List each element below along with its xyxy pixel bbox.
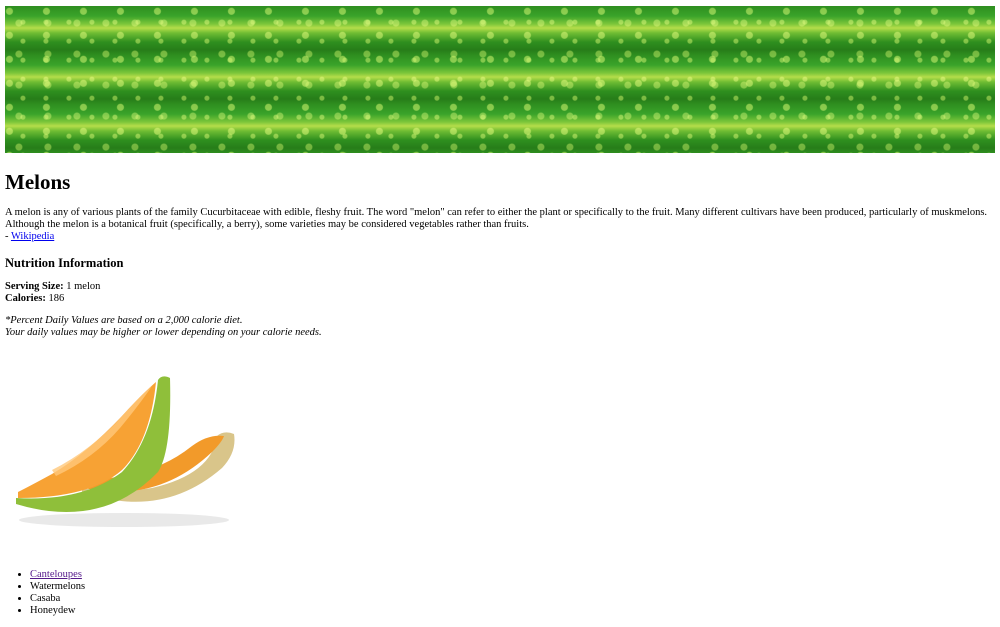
list-item: Honeydew [30,605,85,617]
note-line-2: Your daily values may be higher or lower… [5,327,322,338]
cantaloupe-slices-image [16,376,235,527]
melon-varieties-list: Canteloupes Watermelons Casaba Honeydew [11,569,85,617]
calories-value: 186 [45,293,65,304]
list-item: Canteloupes [30,569,85,581]
calories-label: Calories: [5,293,46,304]
nutrition-facts: Serving Size: 1 melon Calories: 186 [5,281,100,305]
canteloupes-link[interactable]: Canteloupes [30,569,82,580]
page-title: Melons [5,170,71,194]
daily-values-note: *Percent Daily Values are based on a 2,0… [5,315,322,339]
serving-size-label: Serving Size: [5,281,64,292]
nutrition-heading: Nutrition Information [5,256,124,270]
wikipedia-link[interactable]: Wikipedia [11,231,54,242]
melon-description: A melon is any of various plants of the … [5,207,995,243]
description-text: A melon is any of various plants of the … [5,207,988,230]
list-item: Casaba [30,593,85,605]
note-line-1: *Percent Daily Values are based on a 2,0… [5,315,243,326]
serving-size-value: 1 melon [63,281,101,292]
list-item: Watermelons [30,581,85,593]
watermelon-banner [5,6,995,153]
